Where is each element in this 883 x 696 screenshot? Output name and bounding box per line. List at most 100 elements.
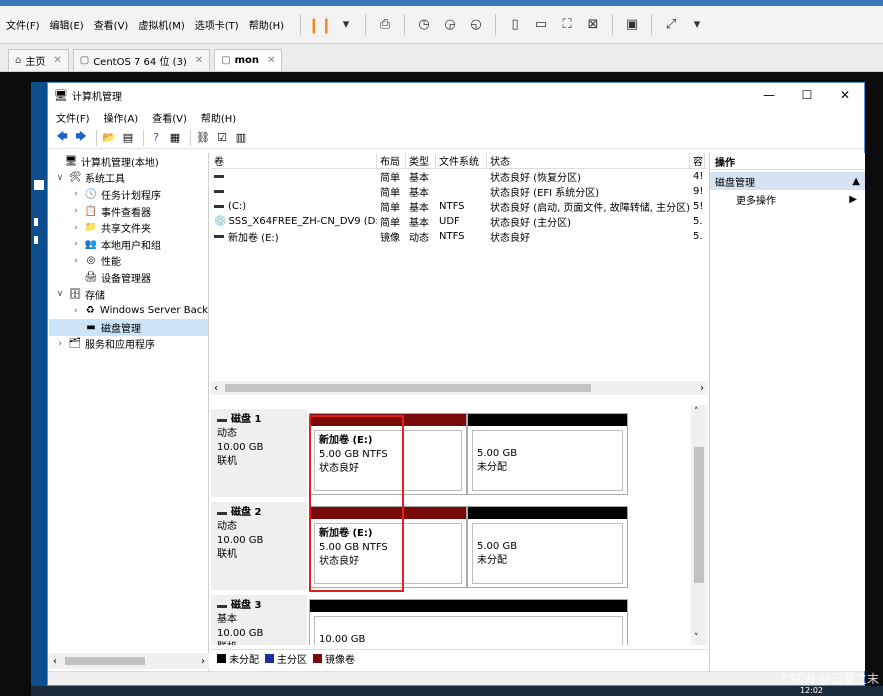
chevron-down-icon[interactable]: ∨: [55, 289, 65, 299]
revert-snapshot-icon[interactable]: ◶: [442, 17, 458, 33]
tree-item-services-apps[interactable]: › 🗂 服务和应用程序: [49, 336, 208, 353]
scroll-right-icon[interactable]: ›: [201, 656, 205, 667]
host-menu-file[interactable]: 文件(F): [6, 17, 40, 32]
pause-icon[interactable]: ❙❙: [307, 16, 332, 34]
scrollbar-thumb[interactable]: [694, 447, 704, 583]
properties-icon[interactable]: ▦: [167, 130, 183, 146]
tree-item-local-users[interactable]: › 👥 本地用户和组: [49, 236, 208, 253]
chevron-down-icon[interactable]: ∨: [55, 173, 65, 183]
dropdown-arrow-icon[interactable]: ▾: [338, 17, 354, 33]
partition-unallocated[interactable]: 10.00 GB: [309, 599, 628, 645]
host-menu-tabs[interactable]: 选项卡(T): [195, 17, 239, 32]
host-menu-help[interactable]: 帮助(H): [249, 17, 284, 32]
more-actions-item[interactable]: 更多操作 ▶: [710, 190, 865, 208]
scrollbar-thumb[interactable]: [65, 657, 145, 665]
chevron-right-icon[interactable]: ›: [71, 189, 81, 199]
chevron-right-icon[interactable]: ›: [71, 239, 81, 249]
cell-filesystem: NTFS: [439, 201, 465, 212]
tree-item-performance[interactable]: › ◎ 性能: [49, 253, 208, 270]
thumbnail-icon[interactable]: ▭: [533, 17, 549, 33]
console-icon[interactable]: ▣: [624, 17, 640, 33]
scroll-down-icon[interactable]: ˅: [694, 633, 699, 643]
chevron-right-icon[interactable]: ›: [71, 206, 81, 216]
menu-file[interactable]: 文件(F): [56, 110, 90, 125]
table-row[interactable]: 简单 基本 状态良好 (EFI 系统分区) 9!: [211, 184, 707, 199]
disk-label[interactable]: 磁盘 2 动态 10.00 GB 联机: [211, 502, 307, 590]
scroll-up-icon[interactable]: ˄: [694, 407, 699, 417]
host-menu-vm[interactable]: 虚拟机(M): [138, 17, 184, 32]
up-folder-icon[interactable]: 📂: [101, 130, 117, 146]
sidebar-icon[interactable]: ▯: [507, 17, 523, 33]
minimize-button[interactable]: —: [750, 83, 788, 107]
snapshot-manager-icon[interactable]: ◵: [468, 17, 484, 33]
scroll-right-icon[interactable]: ›: [700, 383, 704, 394]
unity-icon[interactable]: ⊠: [585, 17, 601, 33]
host-menu-view[interactable]: 查看(V): [94, 17, 129, 32]
column-header-status[interactable]: 状态: [487, 153, 690, 168]
tree-item-windows-server-backup[interactable]: › ♻ Windows Server Back: [49, 302, 208, 319]
tree-item-computer-management[interactable]: 🖥 计算机管理(本地): [49, 153, 208, 170]
close-button[interactable]: ✕: [826, 83, 864, 107]
disk-row[interactable]: 磁盘 1 动态 10.00 GB 联机 新加卷 (E:) 5.00 GB NTF…: [211, 409, 691, 499]
disk-row[interactable]: 磁盘 3 基本 10.00 GB 联机 10.00 GB: [211, 595, 691, 645]
tree-horizontal-scrollbar[interactable]: ‹ ›: [49, 653, 209, 669]
send-keys-icon[interactable]: ⎙: [377, 17, 393, 33]
back-arrow-icon[interactable]: 🡄: [54, 130, 70, 146]
tree-item-event-viewer[interactable]: › 📋 事件查看器: [49, 203, 208, 220]
tree-item-device-manager[interactable]: 🖨 设备管理器: [49, 269, 208, 286]
disk-view-vertical-scrollbar[interactable]: ˄ ˅: [691, 405, 707, 645]
menu-help[interactable]: 帮助(H): [201, 110, 236, 125]
column-header-filesystem[interactable]: 文件系统: [436, 153, 487, 168]
column-header-layout[interactable]: 布局: [377, 153, 406, 168]
connect-icon[interactable]: ⛓: [195, 130, 211, 146]
table-row[interactable]: 简单 基本 状态良好 (恢复分区) 4!: [211, 169, 707, 184]
tree-item-disk-management[interactable]: ▬ 磁盘管理: [49, 318, 208, 336]
tree-item-task-scheduler[interactable]: › 🕓 任务计划程序: [49, 186, 208, 203]
maximize-button[interactable]: ☐: [788, 83, 826, 107]
table-row[interactable]: 💿 SSS_X64FREE_ZH-CN_DV9 (D:) 简单 基本 UDF 状态…: [211, 214, 707, 229]
volume-table-horizontal-scrollbar[interactable]: ‹ ›: [211, 381, 707, 395]
menu-view[interactable]: 查看(V): [152, 110, 187, 125]
chevron-right-icon[interactable]: ›: [71, 223, 81, 233]
column-header-type[interactable]: 类型: [406, 153, 436, 168]
host-menu-edit[interactable]: 编辑(E): [50, 17, 84, 32]
chevron-right-icon[interactable]: ›: [71, 256, 81, 266]
collapse-arrow-icon[interactable]: ▲: [852, 176, 860, 187]
tab-home[interactable]: ⌂ 主页 ✕: [8, 49, 69, 71]
disk-label[interactable]: 磁盘 3 基本 10.00 GB 联机: [211, 595, 307, 645]
column-header-capacity[interactable]: 容: [690, 153, 705, 168]
stretch-icon[interactable]: ⤢: [663, 17, 679, 33]
actions-pane: 操作 磁盘管理 ▲ 更多操作 ▶: [709, 153, 865, 671]
partition-unallocated[interactable]: 5.00 GB 未分配: [467, 506, 628, 588]
tree-item-storage[interactable]: ∨ 🗄 存储: [49, 286, 208, 303]
show-hide-tree-icon[interactable]: ▤: [120, 130, 136, 146]
check-icon[interactable]: ☑: [214, 130, 230, 146]
scroll-left-icon[interactable]: ‹: [53, 656, 57, 667]
menu-action[interactable]: 操作(A): [104, 110, 139, 125]
help-icon[interactable]: ?: [148, 130, 164, 146]
chevron-right-icon[interactable]: ›: [71, 306, 81, 316]
close-icon[interactable]: ✕: [53, 55, 61, 66]
snapshot-icon[interactable]: ◷: [416, 17, 432, 33]
partition-unallocated[interactable]: 5.00 GB 未分配: [467, 413, 628, 495]
fullscreen-icon[interactable]: ⛶: [559, 17, 575, 33]
scrollbar-thumb[interactable]: [225, 384, 591, 392]
table-row[interactable]: 新加卷 (E:) 镜像 动态 NTFS 状态良好 5.: [211, 229, 707, 244]
close-icon[interactable]: ✕: [267, 55, 275, 66]
dropdown-arrow-icon[interactable]: ▾: [689, 17, 705, 33]
table-row[interactable]: (C:) 简单 基本 NTFS 状态良好 (启动, 页面文件, 故障转储, 主分…: [211, 199, 707, 214]
tree-item-system-tools[interactable]: ∨ 🛠 系统工具: [49, 170, 208, 187]
actions-section-disk-management[interactable]: 磁盘管理 ▲: [710, 172, 865, 190]
scroll-left-icon[interactable]: ‹: [214, 383, 218, 394]
chevron-right-icon[interactable]: ›: [55, 339, 65, 349]
view-icon[interactable]: ▥: [233, 130, 249, 146]
tree-item-shared-folders[interactable]: › 📁 共享文件夹: [49, 219, 208, 236]
tab-mon[interactable]: ▢ mon ✕: [214, 49, 283, 71]
close-icon[interactable]: ✕: [195, 55, 203, 66]
disk-label[interactable]: 磁盘 1 动态 10.00 GB 联机: [211, 409, 307, 497]
disk-row[interactable]: 磁盘 2 动态 10.00 GB 联机 新加卷 (E:) 5.00 GB NTF…: [211, 502, 691, 592]
tree-label: 服务和应用程序: [85, 340, 155, 352]
tab-centos[interactable]: ▢ CentOS 7 64 位 (3) ✕: [72, 49, 211, 71]
column-header-volume[interactable]: 卷: [211, 153, 377, 168]
forward-arrow-icon[interactable]: 🡆: [73, 130, 89, 146]
